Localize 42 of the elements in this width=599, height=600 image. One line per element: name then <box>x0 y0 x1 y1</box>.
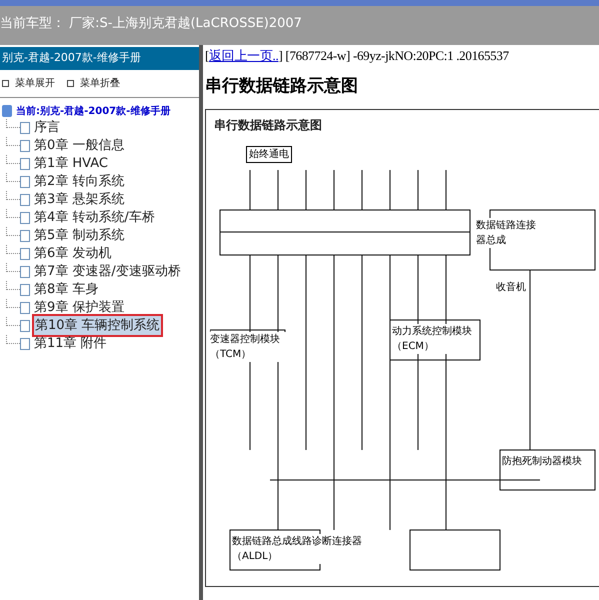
list-icon <box>2 80 9 86</box>
page-icon <box>20 284 30 296</box>
list-icon <box>67 80 74 86</box>
tree-item[interactable]: 第4章 转动系统/车桥 <box>34 208 155 228</box>
page-heading: 串行数据链路示意图 <box>205 74 359 98</box>
tree-item[interactable]: 第0章 一般信息 <box>34 136 124 156</box>
page-icon <box>20 158 30 170</box>
diagram-label: 始终通电 <box>246 146 292 163</box>
tree-root-label: 当前:别克-君越-2007款-维修手册 <box>16 104 170 118</box>
tree-item[interactable]: 第3章 悬架系统 <box>34 190 124 210</box>
diagram-label: 数据链路连接器总成 <box>476 218 536 248</box>
page-icon <box>20 248 30 260</box>
page-icon <box>20 212 30 224</box>
tree-item[interactable]: 第9章 保护装置 <box>34 298 124 318</box>
tree-item[interactable]: 第2章 转向系统 <box>34 172 124 192</box>
page-icon <box>20 122 30 134</box>
page-icon <box>20 230 30 242</box>
diagram-label: 数据链路总成线路诊断连接器（ALDL） <box>232 534 362 564</box>
page-icon <box>20 140 30 152</box>
diagram-title: 串行数据链路示意图 <box>214 117 322 134</box>
diagram-label: 变速器控制模块（TCM） <box>210 332 286 362</box>
back-link[interactable]: 返回上一页.. <box>209 46 278 66</box>
tree-item[interactable]: 第5章 制动系统 <box>34 226 124 246</box>
tree-item[interactable]: 第11章 附件 <box>34 334 107 354</box>
page-icon <box>20 194 30 206</box>
tree-item[interactable]: 第8章 车身 <box>34 280 98 300</box>
sidebar-title: 别克-君越-2007款-维修手册 <box>0 47 199 70</box>
menu-action-button[interactable]: 菜单展开 <box>2 76 55 90</box>
page-icon <box>20 266 30 278</box>
page-icon <box>20 176 30 188</box>
tree-item[interactable]: 序言 <box>34 118 60 138</box>
page-icon <box>20 338 30 350</box>
tree-item[interactable]: 第10章 车辆控制系统 <box>34 316 161 336</box>
breadcrumb-text: ] [7687724-w] -69yz-jkNO:20PC:1 .20165537 <box>278 47 509 65</box>
tree-item[interactable]: 第7章 变速器/变速驱动桥 <box>34 262 181 282</box>
bracket-text: [ <box>205 47 210 65</box>
tree-item[interactable]: 第6章 发动机 <box>34 244 112 264</box>
header-title: 当前车型： 厂家:S-上海别克君越(LaCROSSE)2007 <box>0 15 302 33</box>
menu-action-button[interactable]: 菜单折叠 <box>67 76 120 90</box>
page-icon <box>20 302 30 314</box>
tree-item[interactable]: 第1章 HVAC <box>34 154 108 174</box>
page-icon <box>20 320 30 332</box>
